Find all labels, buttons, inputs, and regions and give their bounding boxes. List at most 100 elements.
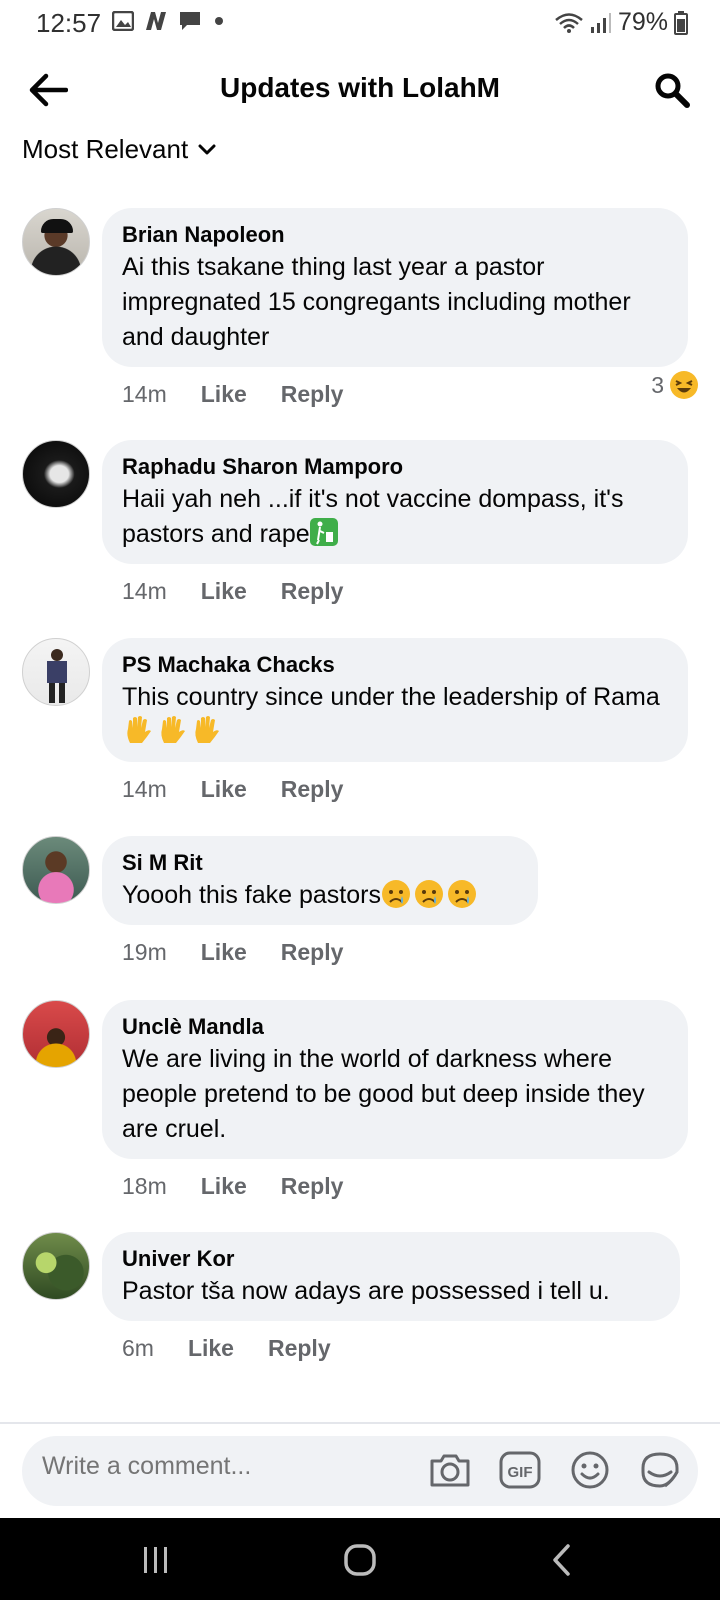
reply-button[interactable]: Reply bbox=[281, 776, 344, 803]
comment-bubble: Unclè Mandla We are living in the world … bbox=[102, 1000, 688, 1159]
reply-button[interactable]: Reply bbox=[281, 578, 344, 605]
comment-bubble: Brian Napoleon Ai this tsakane thing las… bbox=[102, 208, 688, 367]
comment-text: We are living in the world of darkness w… bbox=[122, 1045, 645, 1143]
comment-bubble: Si M Rit Yoooh this fake pastors bbox=[102, 836, 538, 925]
comment-author[interactable]: Univer Kor bbox=[122, 1244, 660, 1274]
comment-bubble: Univer Kor Pastor tša now adays are poss… bbox=[102, 1232, 680, 1321]
camera-icon bbox=[430, 1454, 470, 1487]
comment-body: PS Machaka Chacks This country since und… bbox=[102, 638, 720, 836]
composer-icons: GIF bbox=[428, 1448, 682, 1492]
comment-meta: 14m Like Reply bbox=[102, 772, 698, 806]
comment-body: Brian Napoleon Ai this tsakane thing las… bbox=[102, 208, 720, 440]
comment-text: This country since under the leadership … bbox=[122, 680, 668, 750]
notification-icons bbox=[112, 10, 223, 32]
status-time: 12:57 bbox=[36, 8, 102, 38]
comment-author[interactable]: Si M Rit bbox=[122, 848, 518, 878]
battery-percent: 79% bbox=[617, 8, 668, 36]
comment-author[interactable]: Brian Napoleon bbox=[122, 220, 668, 250]
raised-hand-emoji-icons bbox=[122, 715, 222, 745]
news-notification-icon bbox=[146, 12, 166, 30]
composer-divider bbox=[0, 1422, 720, 1424]
comment-body: Unclè Mandla We are living in the world … bbox=[102, 1000, 720, 1232]
home-button[interactable] bbox=[338, 1538, 382, 1582]
status-right: 79% bbox=[554, 8, 688, 37]
gallery-notification-icon bbox=[112, 11, 134, 31]
comment-body: Raphadu Sharon Mamporo Haii yah neh ...i… bbox=[102, 440, 720, 638]
reply-button[interactable]: Reply bbox=[281, 1173, 344, 1200]
comment: Brian Napoleon Ai this tsakane thing las… bbox=[0, 208, 720, 440]
comment-time: 14m bbox=[122, 380, 167, 407]
comment-author[interactable]: Raphadu Sharon Mamporo bbox=[122, 452, 668, 482]
comment-text-content: Yoooh this fake pastors bbox=[122, 881, 381, 909]
comment-time: 14m bbox=[122, 775, 167, 802]
comment: PS Machaka Chacks This country since und… bbox=[0, 638, 720, 836]
svg-text:GIF: GIF bbox=[508, 1464, 533, 1481]
sad-face-emoji-icons bbox=[381, 879, 477, 909]
like-button[interactable]: Like bbox=[201, 776, 247, 803]
comment: Unclè Mandla We are living in the world … bbox=[0, 1000, 720, 1232]
top-bar: Updates with LolahM bbox=[0, 62, 720, 118]
comment-author[interactable]: PS Machaka Chacks bbox=[122, 650, 668, 680]
reply-button[interactable]: Reply bbox=[268, 1335, 331, 1362]
emoji-button[interactable] bbox=[568, 1448, 612, 1492]
comment-meta: 14m Like Reply 3 bbox=[102, 371, 698, 411]
system-nav-bar bbox=[0, 1518, 720, 1600]
comment-body: Si M Rit Yoooh this fake pastors 19m Lik… bbox=[102, 836, 720, 1000]
comment-body: Univer Kor Pastor tša now adays are poss… bbox=[102, 1232, 720, 1396]
wifi-icon bbox=[555, 12, 583, 33]
like-button[interactable]: Like bbox=[188, 1335, 234, 1362]
comment: Si M Rit Yoooh this fake pastors 19m Lik… bbox=[0, 836, 720, 1000]
comment-bubble: Raphadu Sharon Mamporo Haii yah neh ...i… bbox=[102, 440, 688, 564]
avatar[interactable] bbox=[22, 638, 90, 706]
sort-label: Most Relevant bbox=[22, 134, 189, 164]
comment-time: 19m bbox=[122, 938, 167, 965]
comment-time: 6m bbox=[122, 1334, 154, 1361]
avatar[interactable] bbox=[22, 1232, 90, 1300]
comment-text: Yoooh this fake pastors bbox=[122, 878, 518, 913]
comment-text: Ai this tsakane thing last year a pastor… bbox=[122, 253, 631, 351]
sort-dropdown[interactable]: Most Relevant bbox=[22, 134, 216, 165]
haha-reaction-icon bbox=[670, 371, 698, 399]
chevron-down-icon bbox=[198, 144, 216, 154]
smiley-icon bbox=[571, 1451, 609, 1489]
message-notification-icon bbox=[180, 12, 200, 30]
comment: Univer Kor Pastor tša now adays are poss… bbox=[0, 1232, 720, 1396]
comment-list: Brian Napoleon Ai this tsakane thing las… bbox=[0, 208, 720, 1396]
like-button[interactable]: Like bbox=[201, 381, 247, 408]
more-notifications-dot bbox=[215, 17, 223, 25]
sticker-button[interactable] bbox=[638, 1448, 682, 1492]
battery-icon bbox=[674, 10, 688, 35]
like-button[interactable]: Like bbox=[201, 939, 247, 966]
avatar[interactable] bbox=[22, 836, 90, 904]
comment-meta: 18m Like Reply bbox=[102, 1169, 698, 1203]
sticker-icon bbox=[641, 1452, 679, 1488]
gif-button[interactable]: GIF bbox=[498, 1448, 542, 1492]
search-button[interactable] bbox=[650, 68, 694, 112]
comment: Raphadu Sharon Mamporo Haii yah neh ...i… bbox=[0, 440, 720, 638]
comment-input[interactable] bbox=[42, 1452, 422, 1481]
litter-bin-emoji-icon bbox=[309, 518, 338, 546]
comment-text: Pastor tša now adays are possessed i tel… bbox=[122, 1277, 610, 1305]
avatar[interactable] bbox=[22, 208, 90, 276]
comment-composer: GIF bbox=[22, 1436, 698, 1506]
reply-button[interactable]: Reply bbox=[281, 939, 344, 966]
reaction-summary[interactable]: 3 bbox=[651, 371, 698, 399]
signal-icon bbox=[590, 12, 611, 33]
comment-meta: 6m Like Reply bbox=[102, 1331, 698, 1365]
like-button[interactable]: Like bbox=[201, 1173, 247, 1200]
recent-apps-icon bbox=[144, 1547, 167, 1573]
recent-apps-button[interactable] bbox=[134, 1538, 178, 1582]
like-button[interactable]: Like bbox=[201, 578, 247, 605]
avatar[interactable] bbox=[22, 1000, 90, 1068]
comment-meta: 19m Like Reply bbox=[102, 935, 698, 969]
comment-meta: 14m Like Reply bbox=[102, 574, 698, 608]
comment-author[interactable]: Unclè Mandla bbox=[122, 1012, 668, 1042]
status-bar: 12:57 79% bbox=[0, 0, 720, 46]
comment-bubble: PS Machaka Chacks This country since und… bbox=[102, 638, 688, 762]
reply-button[interactable]: Reply bbox=[281, 381, 344, 408]
nav-back-button[interactable] bbox=[540, 1538, 584, 1582]
avatar[interactable] bbox=[22, 440, 90, 508]
comment-text: Haii yah neh ...if it's not vaccine domp… bbox=[122, 482, 668, 552]
camera-button[interactable] bbox=[428, 1448, 472, 1492]
home-icon bbox=[344, 1544, 376, 1576]
